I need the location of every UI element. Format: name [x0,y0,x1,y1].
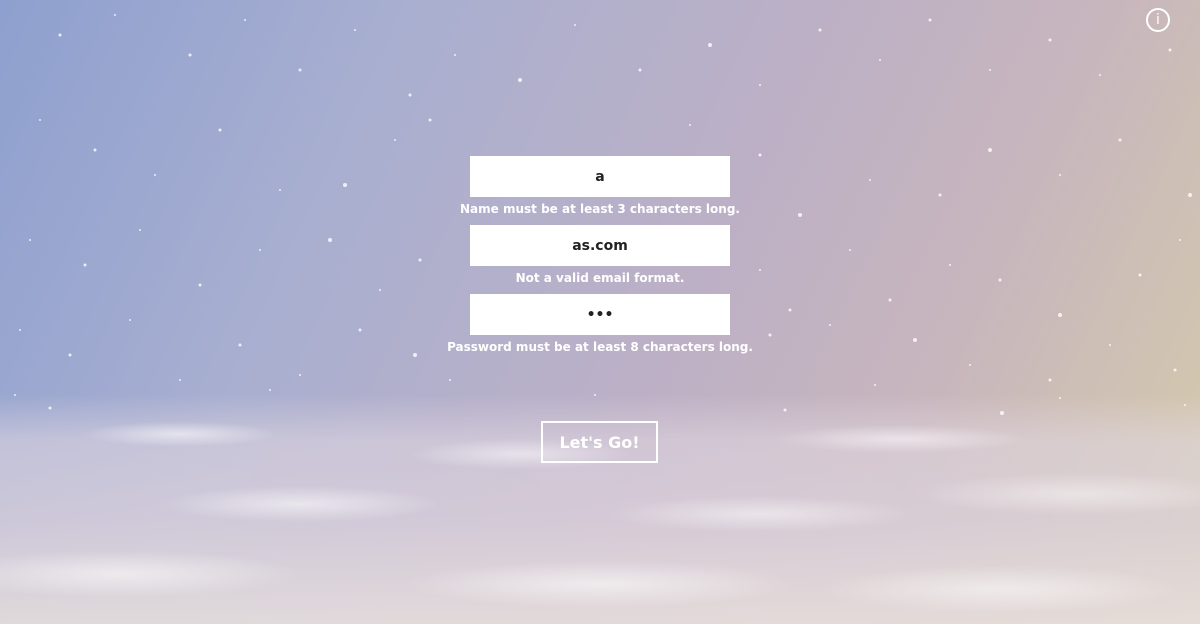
name-error: Name must be at least 3 characters long. [460,202,740,216]
info-button[interactable]: i [1146,8,1170,32]
password-error: Password must be at least 8 characters l… [447,340,753,354]
info-icon: i [1156,12,1160,28]
name-field[interactable] [470,156,730,197]
signup-form: Name must be at least 3 characters long.… [0,156,1200,363]
email-field[interactable] [470,225,730,266]
lets-go-button[interactable]: Let's Go! [541,421,658,463]
email-error: Not a valid email format. [515,271,685,285]
password-field[interactable] [470,294,730,335]
